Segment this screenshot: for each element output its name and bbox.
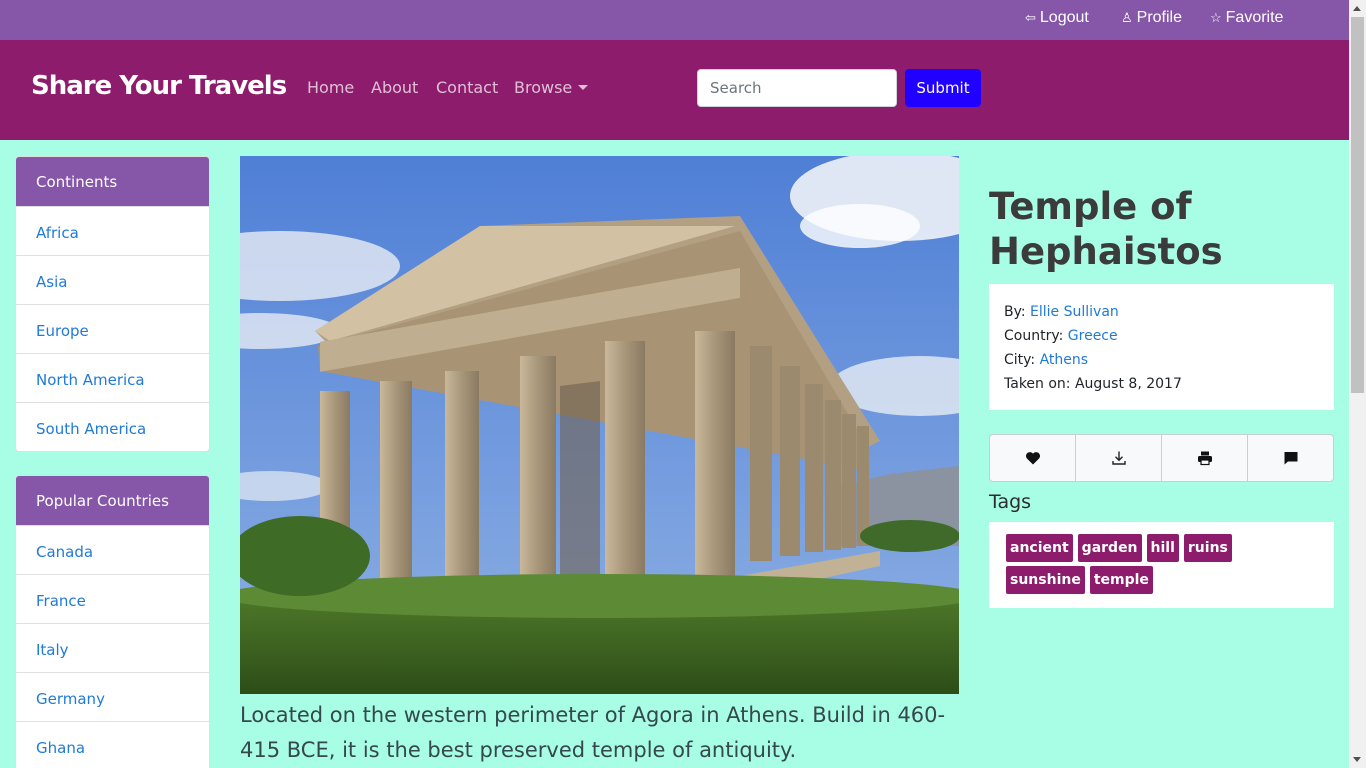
city-label: City: — [1004, 352, 1036, 368]
country-link[interactable]: France — [36, 592, 86, 610]
continent-link[interactable]: North America — [36, 371, 145, 389]
print-icon — [1197, 451, 1212, 466]
continents-header: Continents — [16, 157, 209, 206]
scroll-up-arrow-icon[interactable] — [1353, 6, 1361, 11]
scrollbar-thumb[interactable] — [1351, 17, 1364, 393]
city-row: City: Athens — [1004, 348, 1319, 372]
tag-badge[interactable]: ruins — [1183, 534, 1232, 562]
profile-label: Profile — [1136, 9, 1183, 26]
heart-icon — [1025, 452, 1040, 465]
nav-browse-label: Browse — [514, 78, 573, 97]
continent-link[interactable]: Europe — [36, 322, 89, 340]
nav-about[interactable]: About — [371, 78, 418, 97]
taken-row: Taken on: August 8, 2017 — [1004, 372, 1319, 396]
country-link[interactable]: Ghana — [36, 739, 85, 757]
logout-label: Logout — [1039, 9, 1089, 26]
favorite-label: Favorite — [1225, 9, 1284, 26]
search-input[interactable] — [697, 69, 897, 107]
list-item[interactable]: Europe — [16, 304, 209, 353]
tags-panel: ancient garden hill ruins sunshine temple — [989, 522, 1334, 608]
comment-button[interactable] — [1248, 435, 1333, 481]
continent-link[interactable]: Africa — [36, 224, 79, 242]
download-button[interactable] — [1076, 435, 1162, 481]
user-icon: ♙ — [1121, 10, 1133, 25]
page-title: Temple of Hephaistos — [989, 185, 1223, 273]
city-link[interactable]: Athens — [1040, 352, 1088, 368]
countries-card: Popular Countries Canada France Italy Ge… — [15, 475, 210, 768]
list-item[interactable]: Africa — [16, 206, 209, 255]
author-label: By: — [1004, 304, 1026, 320]
photo-details: By: Ellie Sullivan Country: Greece City:… — [989, 284, 1334, 410]
country-link[interactable]: Italy — [36, 641, 69, 659]
list-item[interactable]: South America — [16, 402, 209, 451]
favorite-button[interactable] — [990, 435, 1076, 481]
country-link[interactable]: Canada — [36, 543, 93, 561]
country-link[interactable]: Germany — [36, 690, 105, 708]
tag-badge[interactable]: hill — [1146, 534, 1179, 562]
countries-header: Popular Countries — [16, 476, 209, 525]
brand-logo[interactable]: Share Your Travels — [31, 71, 287, 101]
author-link[interactable]: Ellie Sullivan — [1030, 304, 1119, 320]
nav-contact[interactable]: Contact — [436, 78, 498, 97]
tags-heading: Tags — [989, 491, 1032, 513]
profile-link[interactable]: ♙ Profile — [1121, 9, 1182, 27]
logout-link[interactable]: ⇦ Logout — [1025, 9, 1089, 27]
country-link[interactable]: Greece — [1068, 328, 1118, 344]
star-icon: ☆ — [1210, 10, 1222, 25]
list-item[interactable]: Germany — [16, 672, 209, 721]
submit-button[interactable]: Submit — [905, 69, 981, 107]
list-item[interactable]: France — [16, 574, 209, 623]
taken-date: August 8, 2017 — [1074, 376, 1182, 392]
utility-bar: ⇦ Logout ♙ Profile ☆ Favorite — [0, 0, 1349, 40]
list-item[interactable]: Italy — [16, 623, 209, 672]
nav-browse-dropdown[interactable]: Browse — [514, 78, 589, 97]
taken-label: Taken on: — [1004, 376, 1071, 392]
tag-badge[interactable]: sunshine — [1006, 566, 1085, 594]
caret-down-icon — [578, 85, 589, 90]
favorite-link[interactable]: ☆ Favorite — [1210, 9, 1283, 27]
author-row: By: Ellie Sullivan — [1004, 300, 1319, 324]
main-navbar: Share Your Travels Home About Contact Br… — [0, 40, 1349, 140]
photo-description: Located on the western perimeter of Agor… — [240, 703, 946, 762]
country-row: Country: Greece — [1004, 324, 1319, 348]
continents-card: Continents Africa Asia Europe North Amer… — [15, 156, 210, 452]
tag-badge[interactable]: garden — [1077, 534, 1142, 562]
continent-link[interactable]: South America — [36, 420, 146, 438]
comment-icon — [1284, 452, 1297, 465]
main-photo — [240, 156, 959, 694]
nav-home[interactable]: Home — [307, 78, 354, 97]
logout-icon: ⇦ — [1025, 10, 1036, 25]
country-label: Country: — [1004, 328, 1064, 344]
list-item[interactable]: Ghana — [16, 721, 209, 768]
scroll-down-arrow-icon[interactable] — [1353, 757, 1361, 762]
list-item[interactable]: North America — [16, 353, 209, 402]
list-item[interactable]: Asia — [16, 255, 209, 304]
tag-badge[interactable]: ancient — [1006, 534, 1073, 562]
photo-actions — [989, 434, 1334, 482]
page-scrollbar[interactable] — [1349, 0, 1366, 768]
continent-link[interactable]: Asia — [36, 273, 67, 291]
tag-badge[interactable]: temple — [1089, 566, 1153, 594]
print-button[interactable] — [1162, 435, 1248, 481]
list-item[interactable]: Canada — [16, 525, 209, 574]
download-icon — [1111, 451, 1126, 465]
